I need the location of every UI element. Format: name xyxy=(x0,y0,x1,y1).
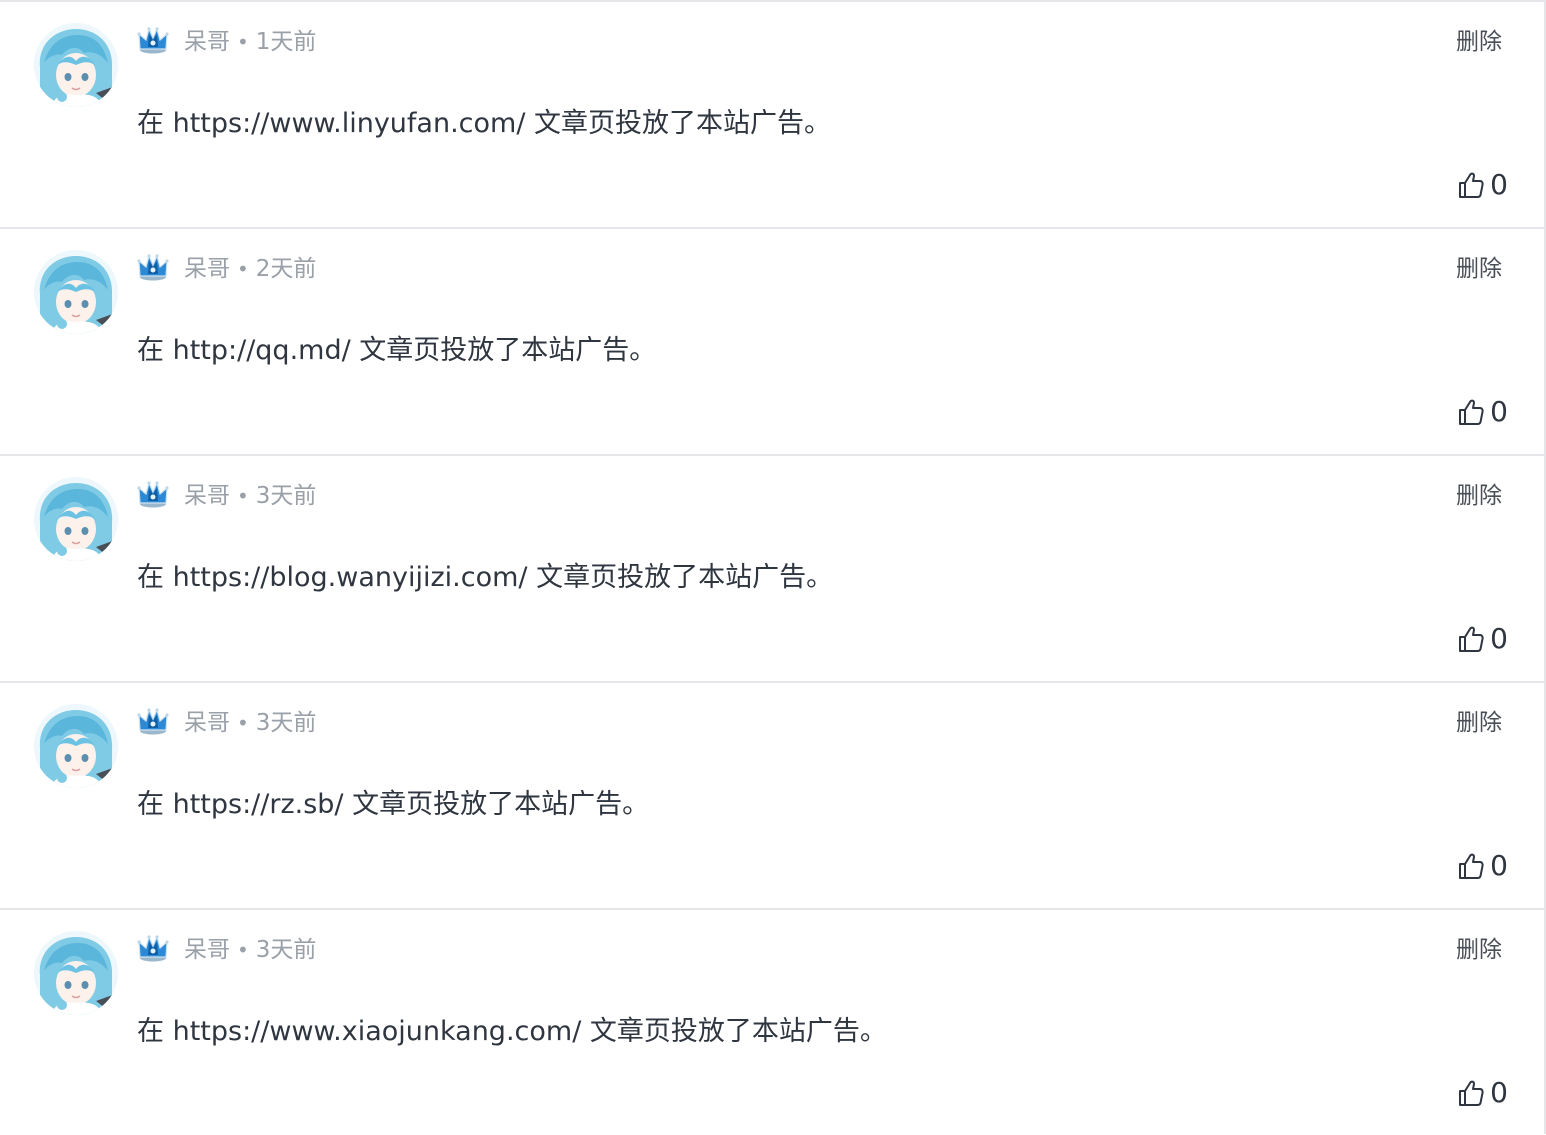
avatar[interactable] xyxy=(34,704,118,788)
username[interactable]: 呆哥 xyxy=(184,710,230,736)
like-button[interactable]: 0 xyxy=(1458,847,1508,885)
avatar[interactable] xyxy=(34,931,118,1015)
like-button[interactable]: 0 xyxy=(1458,166,1508,204)
comment-content: 在 http://qq.md/ 文章页投放了本站广告。 xyxy=(137,335,657,366)
like-count: 0 xyxy=(1490,622,1508,655)
thumbs-up-icon xyxy=(1459,853,1484,879)
crown-icon xyxy=(137,706,169,736)
username[interactable]: 呆哥 xyxy=(184,483,230,509)
delete-button[interactable]: 删除 xyxy=(1456,26,1502,58)
comment-item: 呆哥 • 3天前 删除 在 https://www.xiaojunkang.com/… xyxy=(0,908,1544,1135)
thumbs-up-icon xyxy=(1459,1080,1484,1106)
timestamp: 1天前 xyxy=(255,29,317,55)
username[interactable]: 呆哥 xyxy=(184,937,230,963)
timestamp: 2天前 xyxy=(255,256,317,282)
comment-meta: 呆哥 • 3天前 xyxy=(184,934,316,966)
meta-separator: • xyxy=(237,484,249,508)
comment-item: 呆哥 • 1天前 删除 在 https://www.linyufan.com/ 文章… xyxy=(0,0,1544,227)
avatar[interactable] xyxy=(34,477,118,561)
comment-list: 呆哥 • 1天前 删除 在 https://www.linyufan.com/ 文章… xyxy=(0,0,1546,1134)
delete-button[interactable]: 删除 xyxy=(1456,253,1502,285)
thumbs-up-icon xyxy=(1459,172,1484,198)
crown-icon xyxy=(137,479,169,509)
avatar[interactable] xyxy=(34,23,118,107)
comment-meta: 呆哥 • 1天前 xyxy=(184,26,316,58)
crown-icon xyxy=(137,933,169,963)
comment-meta: 呆哥 • 3天前 xyxy=(184,480,316,512)
username[interactable]: 呆哥 xyxy=(184,29,230,55)
thumbs-up-icon xyxy=(1459,626,1484,652)
timestamp: 3天前 xyxy=(255,483,317,509)
like-count: 0 xyxy=(1490,168,1508,201)
username[interactable]: 呆哥 xyxy=(184,256,230,282)
thumbs-up-icon xyxy=(1459,399,1484,425)
avatar[interactable] xyxy=(34,250,118,334)
delete-button[interactable]: 删除 xyxy=(1456,480,1502,512)
timestamp: 3天前 xyxy=(255,710,317,736)
comment-meta: 呆哥 • 3天前 xyxy=(184,707,316,739)
timestamp: 3天前 xyxy=(255,937,317,963)
meta-separator: • xyxy=(237,711,249,735)
comment-item: 呆哥 • 3天前 删除 在 https://blog.wanyijizi.com/ … xyxy=(0,454,1544,681)
comment-content: 在 https://www.linyufan.com/ 文章页投放了本站广告。 xyxy=(137,108,832,139)
crown-icon xyxy=(137,25,169,55)
meta-separator: • xyxy=(237,938,249,962)
comment-content: 在 https://rz.sb/ 文章页投放了本站广告。 xyxy=(137,789,650,820)
like-count: 0 xyxy=(1490,849,1508,882)
comment-item: 呆哥 • 3天前 删除 在 https://rz.sb/ 文章页投放了本站广告。 0 xyxy=(0,681,1544,908)
meta-separator: • xyxy=(237,257,249,281)
like-button[interactable]: 0 xyxy=(1458,393,1508,431)
comment-content: 在 https://www.xiaojunkang.com/ 文章页投放了本站广… xyxy=(137,1016,887,1047)
like-button[interactable]: 0 xyxy=(1458,620,1508,658)
like-count: 0 xyxy=(1490,395,1508,428)
comment-meta: 呆哥 • 2天前 xyxy=(184,253,316,285)
meta-separator: • xyxy=(237,30,249,54)
comment-item: 呆哥 • 2天前 删除 在 http://qq.md/ 文章页投放了本站广告。 0 xyxy=(0,227,1544,454)
delete-button[interactable]: 删除 xyxy=(1456,707,1502,739)
crown-icon xyxy=(137,252,169,282)
delete-button[interactable]: 删除 xyxy=(1456,934,1502,966)
like-count: 0 xyxy=(1490,1076,1508,1109)
like-button[interactable]: 0 xyxy=(1458,1074,1508,1112)
comment-content: 在 https://blog.wanyijizi.com/ 文章页投放了本站广告… xyxy=(137,562,834,593)
